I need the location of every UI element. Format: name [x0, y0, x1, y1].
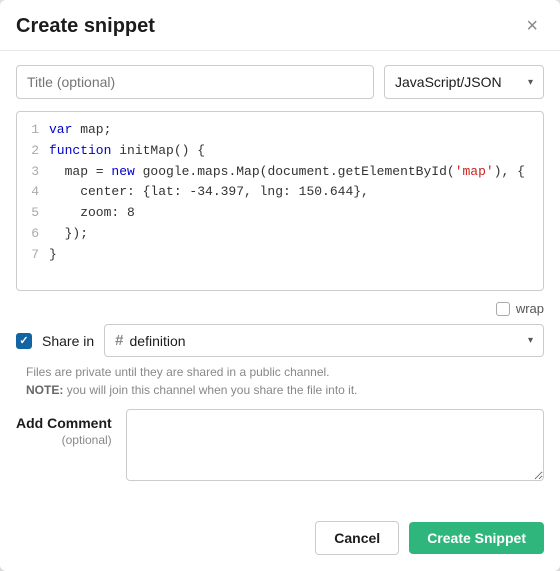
share-info-note: NOTE: [26, 383, 63, 397]
line-number: 6 [17, 224, 49, 245]
create-snippet-modal: Create snippet × JavaScript/JSON ▾ 1 var… [0, 0, 560, 571]
wrap-row: wrap [16, 301, 544, 316]
channel-select[interactable]: # definition ▾ [104, 324, 544, 357]
cancel-button[interactable]: Cancel [315, 521, 399, 555]
close-button[interactable]: × [520, 14, 544, 38]
code-line-4: 4 center: {lat: -34.397, lng: 150.644}, [17, 182, 543, 203]
language-select[interactable]: JavaScript/JSON ▾ [384, 65, 544, 99]
modal-footer: Cancel Create Snippet [0, 511, 560, 571]
modal-header: Create snippet × [0, 0, 560, 51]
channel-chevron-icon: ▾ [528, 335, 533, 346]
language-chevron-icon: ▾ [528, 77, 533, 88]
line-number: 1 [17, 120, 49, 141]
code-line-2: 2 function initMap() { [17, 141, 543, 162]
share-info: Files are private until they are shared … [26, 363, 544, 399]
line-content: map = new google.maps.Map(document.getEl… [49, 162, 525, 183]
wrap-checkbox[interactable] [496, 302, 510, 316]
channel-name: definition [130, 333, 186, 349]
share-row: ✓ Share in # definition ▾ [16, 324, 544, 357]
share-checkbox[interactable]: ✓ [16, 333, 32, 349]
line-content: var map; [49, 120, 111, 141]
code-line-5: 5 zoom: 8 [17, 203, 543, 224]
code-line-6: 6 }); [17, 224, 543, 245]
share-info-line1: Files are private until they are shared … [26, 365, 330, 379]
line-content: } [49, 245, 57, 266]
code-editor[interactable]: 1 var map; 2 function initMap() { 3 map … [16, 111, 544, 291]
code-line-3: 3 map = new google.maps.Map(document.get… [17, 162, 543, 183]
channel-inner: # definition [115, 332, 185, 349]
line-number: 3 [17, 162, 49, 183]
create-snippet-button[interactable]: Create Snippet [409, 522, 544, 554]
line-content: zoom: 8 [49, 203, 135, 224]
line-number: 4 [17, 182, 49, 203]
code-line-1: 1 var map; [17, 120, 543, 141]
hash-icon: # [115, 332, 123, 349]
comment-label: Add Comment [16, 415, 112, 431]
modal-title: Create snippet [16, 15, 155, 38]
line-number: 2 [17, 141, 49, 162]
modal-body: JavaScript/JSON ▾ 1 var map; 2 function … [0, 51, 560, 511]
line-content: }); [49, 224, 88, 245]
comment-textarea[interactable] [126, 409, 544, 481]
comment-label-group: Add Comment (optional) [16, 409, 112, 447]
line-number: 5 [17, 203, 49, 224]
title-input[interactable] [16, 65, 374, 99]
line-content: center: {lat: -34.397, lng: 150.644}, [49, 182, 369, 203]
share-label: Share in [42, 333, 94, 349]
checkmark-icon: ✓ [19, 334, 28, 347]
comment-row: Add Comment (optional) [16, 409, 544, 481]
top-row: JavaScript/JSON ▾ [16, 65, 544, 99]
language-value: JavaScript/JSON [395, 74, 502, 90]
wrap-label: wrap [516, 301, 544, 316]
share-info-line2: you will join this channel when you shar… [67, 383, 358, 397]
code-line-7: 7 } [17, 245, 543, 266]
line-content: function initMap() { [49, 141, 205, 162]
line-number: 7 [17, 245, 49, 266]
comment-optional: (optional) [62, 433, 112, 447]
